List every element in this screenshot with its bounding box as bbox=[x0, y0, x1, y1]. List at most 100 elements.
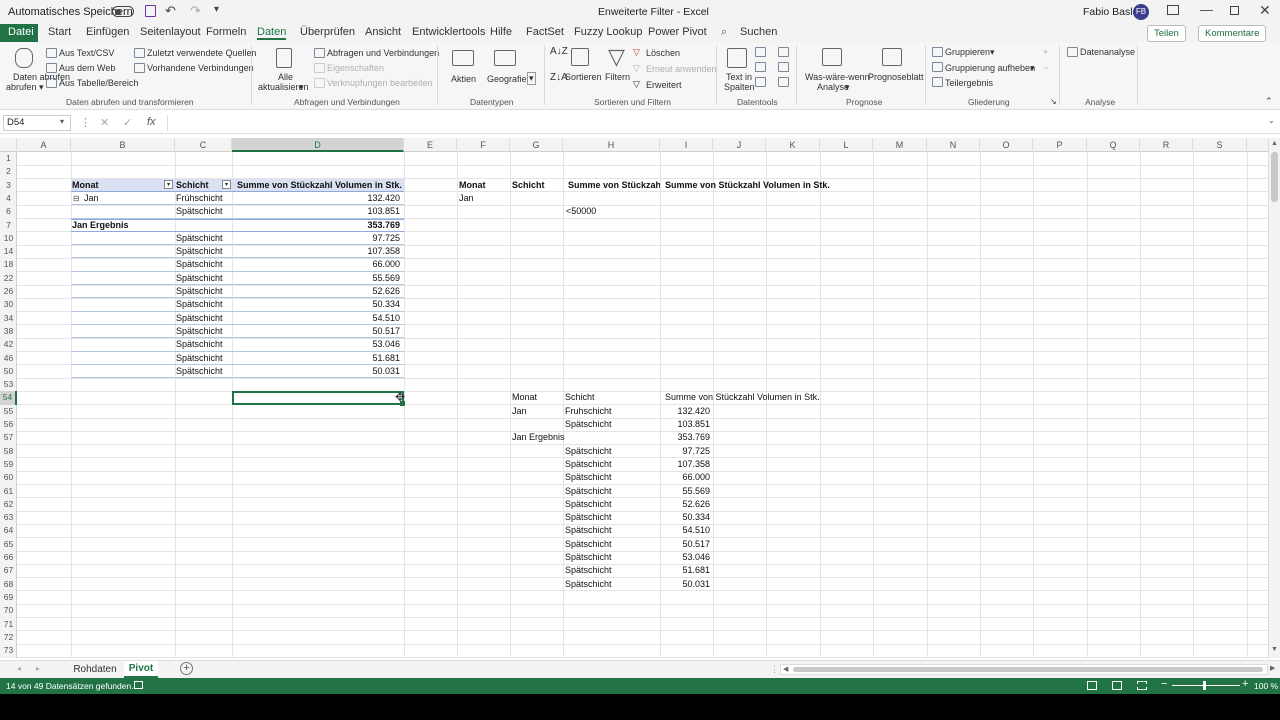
alle-label[interactable]: Alle bbox=[278, 72, 293, 82]
pivot-header-schicht[interactable]: Schicht bbox=[176, 179, 209, 192]
pivot-cell-c[interactable]: Spätschicht bbox=[176, 325, 223, 338]
pivot-cell-c[interactable]: Frühschicht bbox=[176, 192, 223, 205]
daten-abrufen-dropdown[interactable]: abrufen ▾ bbox=[6, 82, 44, 93]
pivot-cell-d[interactable]: 50.517 bbox=[232, 325, 400, 338]
data-validation-icon[interactable] bbox=[755, 77, 766, 87]
row-header[interactable]: 71 bbox=[0, 618, 17, 631]
pivot-cell-d[interactable]: 107.358 bbox=[232, 245, 400, 258]
pivot-cell-d[interactable]: 66.000 bbox=[232, 258, 400, 271]
worksheet-grid[interactable]: Monat ▾ Schicht ▾ Summe von Stückzahl Vo… bbox=[17, 152, 1268, 658]
row-header[interactable]: 65 bbox=[0, 538, 17, 551]
eigenschaften-button[interactable]: Eigenschaften bbox=[327, 63, 384, 73]
pivot-cell-d[interactable]: 51.681 bbox=[232, 352, 400, 365]
autosave-toggle[interactable] bbox=[112, 6, 134, 17]
col-header-a[interactable]: A bbox=[17, 138, 71, 152]
col-header-d[interactable]: D bbox=[232, 138, 404, 152]
tab-formeln[interactable]: Formeln bbox=[206, 26, 246, 38]
row-header[interactable]: 6 bbox=[0, 205, 17, 218]
text-in-label[interactable]: Text in bbox=[726, 72, 752, 82]
output-cell-h[interactable]: Spätschicht bbox=[565, 498, 612, 511]
scroll-down-icon[interactable]: ▼ bbox=[1271, 646, 1278, 653]
output-cell-g[interactable]: Jan Ergebnis bbox=[512, 431, 565, 444]
row-header[interactable]: 66 bbox=[0, 551, 17, 564]
col-header-g[interactable]: G bbox=[510, 138, 563, 152]
tab-hilfe[interactable]: Hilfe bbox=[490, 26, 512, 38]
pivot-cell-d[interactable]: 353.769 bbox=[232, 219, 400, 232]
erweitert-button[interactable]: Erweitert bbox=[646, 80, 682, 90]
tab-einfuegen[interactable]: Einfügen bbox=[86, 26, 129, 38]
output-cell-i[interactable]: 353.769 bbox=[660, 431, 710, 444]
monat-filter-dropdown-icon[interactable]: ▾ bbox=[164, 180, 173, 189]
tab-split-icon[interactable]: ⋮ bbox=[770, 664, 779, 675]
sheet-tab-rohdaten[interactable]: Rohdaten bbox=[66, 661, 124, 678]
prev-sheet-icon[interactable]: ◂ bbox=[17, 664, 21, 673]
spalten-button[interactable]: Spalten bbox=[724, 82, 755, 92]
sortieren-button[interactable]: Sortieren bbox=[565, 72, 602, 82]
geografie-button[interactable]: Geografie bbox=[487, 74, 527, 84]
aktualisieren-dropdown-icon[interactable]: ▾ bbox=[299, 82, 304, 93]
hide-detail-icon[interactable]: − bbox=[1043, 63, 1048, 73]
next-sheet-icon[interactable]: ▸ bbox=[36, 664, 40, 673]
pivot-header-monat[interactable]: Monat bbox=[72, 179, 99, 192]
pivot-cell-b[interactable]: Jan bbox=[84, 192, 99, 205]
vorhandene-verbindungen-button[interactable]: Vorhandene Verbindungen bbox=[147, 63, 254, 73]
output-cell-h[interactable]: Spätschicht bbox=[565, 445, 612, 458]
row-header[interactable]: 18 bbox=[0, 258, 17, 271]
pivot-cell-d[interactable]: 132.420 bbox=[232, 192, 400, 205]
pivot-cell-c[interactable]: Spätschicht bbox=[176, 232, 223, 245]
col-header-p[interactable]: P bbox=[1033, 138, 1087, 152]
output-cell-i[interactable]: 50.334 bbox=[660, 511, 710, 524]
scroll-left-icon[interactable]: ◀ bbox=[783, 665, 788, 673]
schicht-filter-dropdown-icon[interactable]: ▾ bbox=[222, 180, 231, 189]
name-box-dropdown-icon[interactable]: ▾ bbox=[60, 117, 64, 126]
comments-button[interactable]: Kommentare bbox=[1198, 25, 1267, 42]
output-header-summe[interactable]: Summe von Stückzahl Volumen in Stk. bbox=[665, 391, 820, 404]
col-header-j[interactable]: J bbox=[713, 138, 766, 152]
gruppierung-aufheben-button[interactable]: Gruppierung aufheben bbox=[945, 63, 1035, 73]
enter-icon[interactable]: ✓ bbox=[123, 116, 132, 129]
tab-ansicht[interactable]: Ansicht bbox=[365, 26, 401, 38]
row-header[interactable]: 26 bbox=[0, 285, 17, 298]
col-header-k[interactable]: K bbox=[766, 138, 820, 152]
output-cell-g[interactable]: Jan bbox=[512, 405, 527, 418]
col-header-f[interactable]: F bbox=[457, 138, 510, 152]
pivot-cell-c[interactable]: Spätschicht bbox=[176, 258, 223, 271]
row-header[interactable]: 70 bbox=[0, 604, 17, 617]
criteria-header-summe-truncated[interactable]: Summe von Stückzahl bbox=[568, 179, 660, 192]
row-header[interactable]: 55 bbox=[0, 405, 17, 418]
abfragen-verbindungen-button[interactable]: Abfragen und Verbindungen bbox=[327, 48, 439, 58]
output-cell-h[interactable]: Spätschicht bbox=[565, 564, 612, 577]
output-header-schicht[interactable]: Schicht bbox=[565, 391, 595, 404]
zuletzt-verwendet-button[interactable]: Zuletzt verwendete Quellen bbox=[147, 48, 257, 58]
col-header-e[interactable]: E bbox=[404, 138, 457, 152]
row-header[interactable]: 57 bbox=[0, 431, 17, 444]
output-cell-i[interactable]: 50.517 bbox=[660, 538, 710, 551]
output-cell-h[interactable]: Spätschicht bbox=[565, 458, 612, 471]
pivot-cell-d[interactable]: 97.725 bbox=[232, 232, 400, 245]
col-header-r[interactable]: R bbox=[1140, 138, 1193, 152]
row-header[interactable]: 61 bbox=[0, 485, 17, 498]
output-cell-i[interactable]: 97.725 bbox=[660, 445, 710, 458]
verknuepfungen-button[interactable]: Verknüpfungen bearbeiten bbox=[327, 78, 433, 88]
vertical-scroll-thumb[interactable] bbox=[1271, 152, 1278, 202]
row-header[interactable]: 53 bbox=[0, 378, 17, 391]
sheet-tab-pivot[interactable]: Pivot bbox=[124, 661, 158, 678]
prognoseblatt-button[interactable]: Prognoseblatt bbox=[868, 72, 924, 82]
formula-input[interactable] bbox=[167, 115, 1267, 131]
row-header[interactable]: 30 bbox=[0, 298, 17, 311]
datatypes-expand-icon[interactable]: ▾ bbox=[527, 72, 536, 85]
aus-text-csv-button[interactable]: Aus Text/CSV bbox=[59, 48, 114, 58]
output-cell-h[interactable]: Spätschicht bbox=[565, 578, 612, 591]
row-header[interactable]: 60 bbox=[0, 471, 17, 484]
select-all-corner[interactable] bbox=[0, 138, 17, 152]
pivot-cell-d[interactable]: 52.626 bbox=[232, 285, 400, 298]
pivot-cell-d[interactable]: 103.851 bbox=[232, 205, 400, 218]
minimize-icon[interactable]: — bbox=[1200, 2, 1213, 17]
col-header-h[interactable]: H bbox=[563, 138, 660, 152]
output-cell-i[interactable]: 53.046 bbox=[660, 551, 710, 564]
gliederung-launcher-icon[interactable]: ↘ bbox=[1050, 97, 1057, 106]
tab-start[interactable]: Start bbox=[48, 26, 71, 38]
col-header-s[interactable]: S bbox=[1193, 138, 1247, 152]
search-box[interactable]: Suchen bbox=[740, 26, 777, 38]
page-break-view-icon[interactable] bbox=[1137, 681, 1147, 690]
